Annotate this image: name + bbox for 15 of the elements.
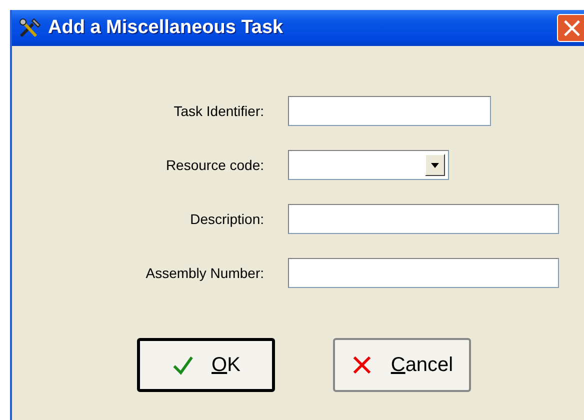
tools-icon	[18, 17, 42, 39]
cross-icon	[350, 354, 373, 376]
window-title: Add a Miscellaneous Task	[48, 17, 284, 39]
field-label: Description:	[189, 211, 264, 227]
checkmark-icon	[172, 354, 194, 376]
input-field[interactable]	[288, 258, 559, 288]
ok-button[interactable]: OK	[137, 338, 275, 392]
close-button[interactable]: ×	[557, 14, 584, 42]
input-field[interactable]	[288, 96, 491, 126]
input-field[interactable]	[288, 204, 559, 234]
dropdown-field[interactable]	[288, 150, 449, 180]
cancel-button[interactable]: Cancel	[333, 338, 471, 392]
field-label: Assembly Number:	[144, 265, 264, 281]
field-label: Resource code:	[164, 157, 264, 173]
field-label: Task Identifier:	[172, 103, 264, 119]
